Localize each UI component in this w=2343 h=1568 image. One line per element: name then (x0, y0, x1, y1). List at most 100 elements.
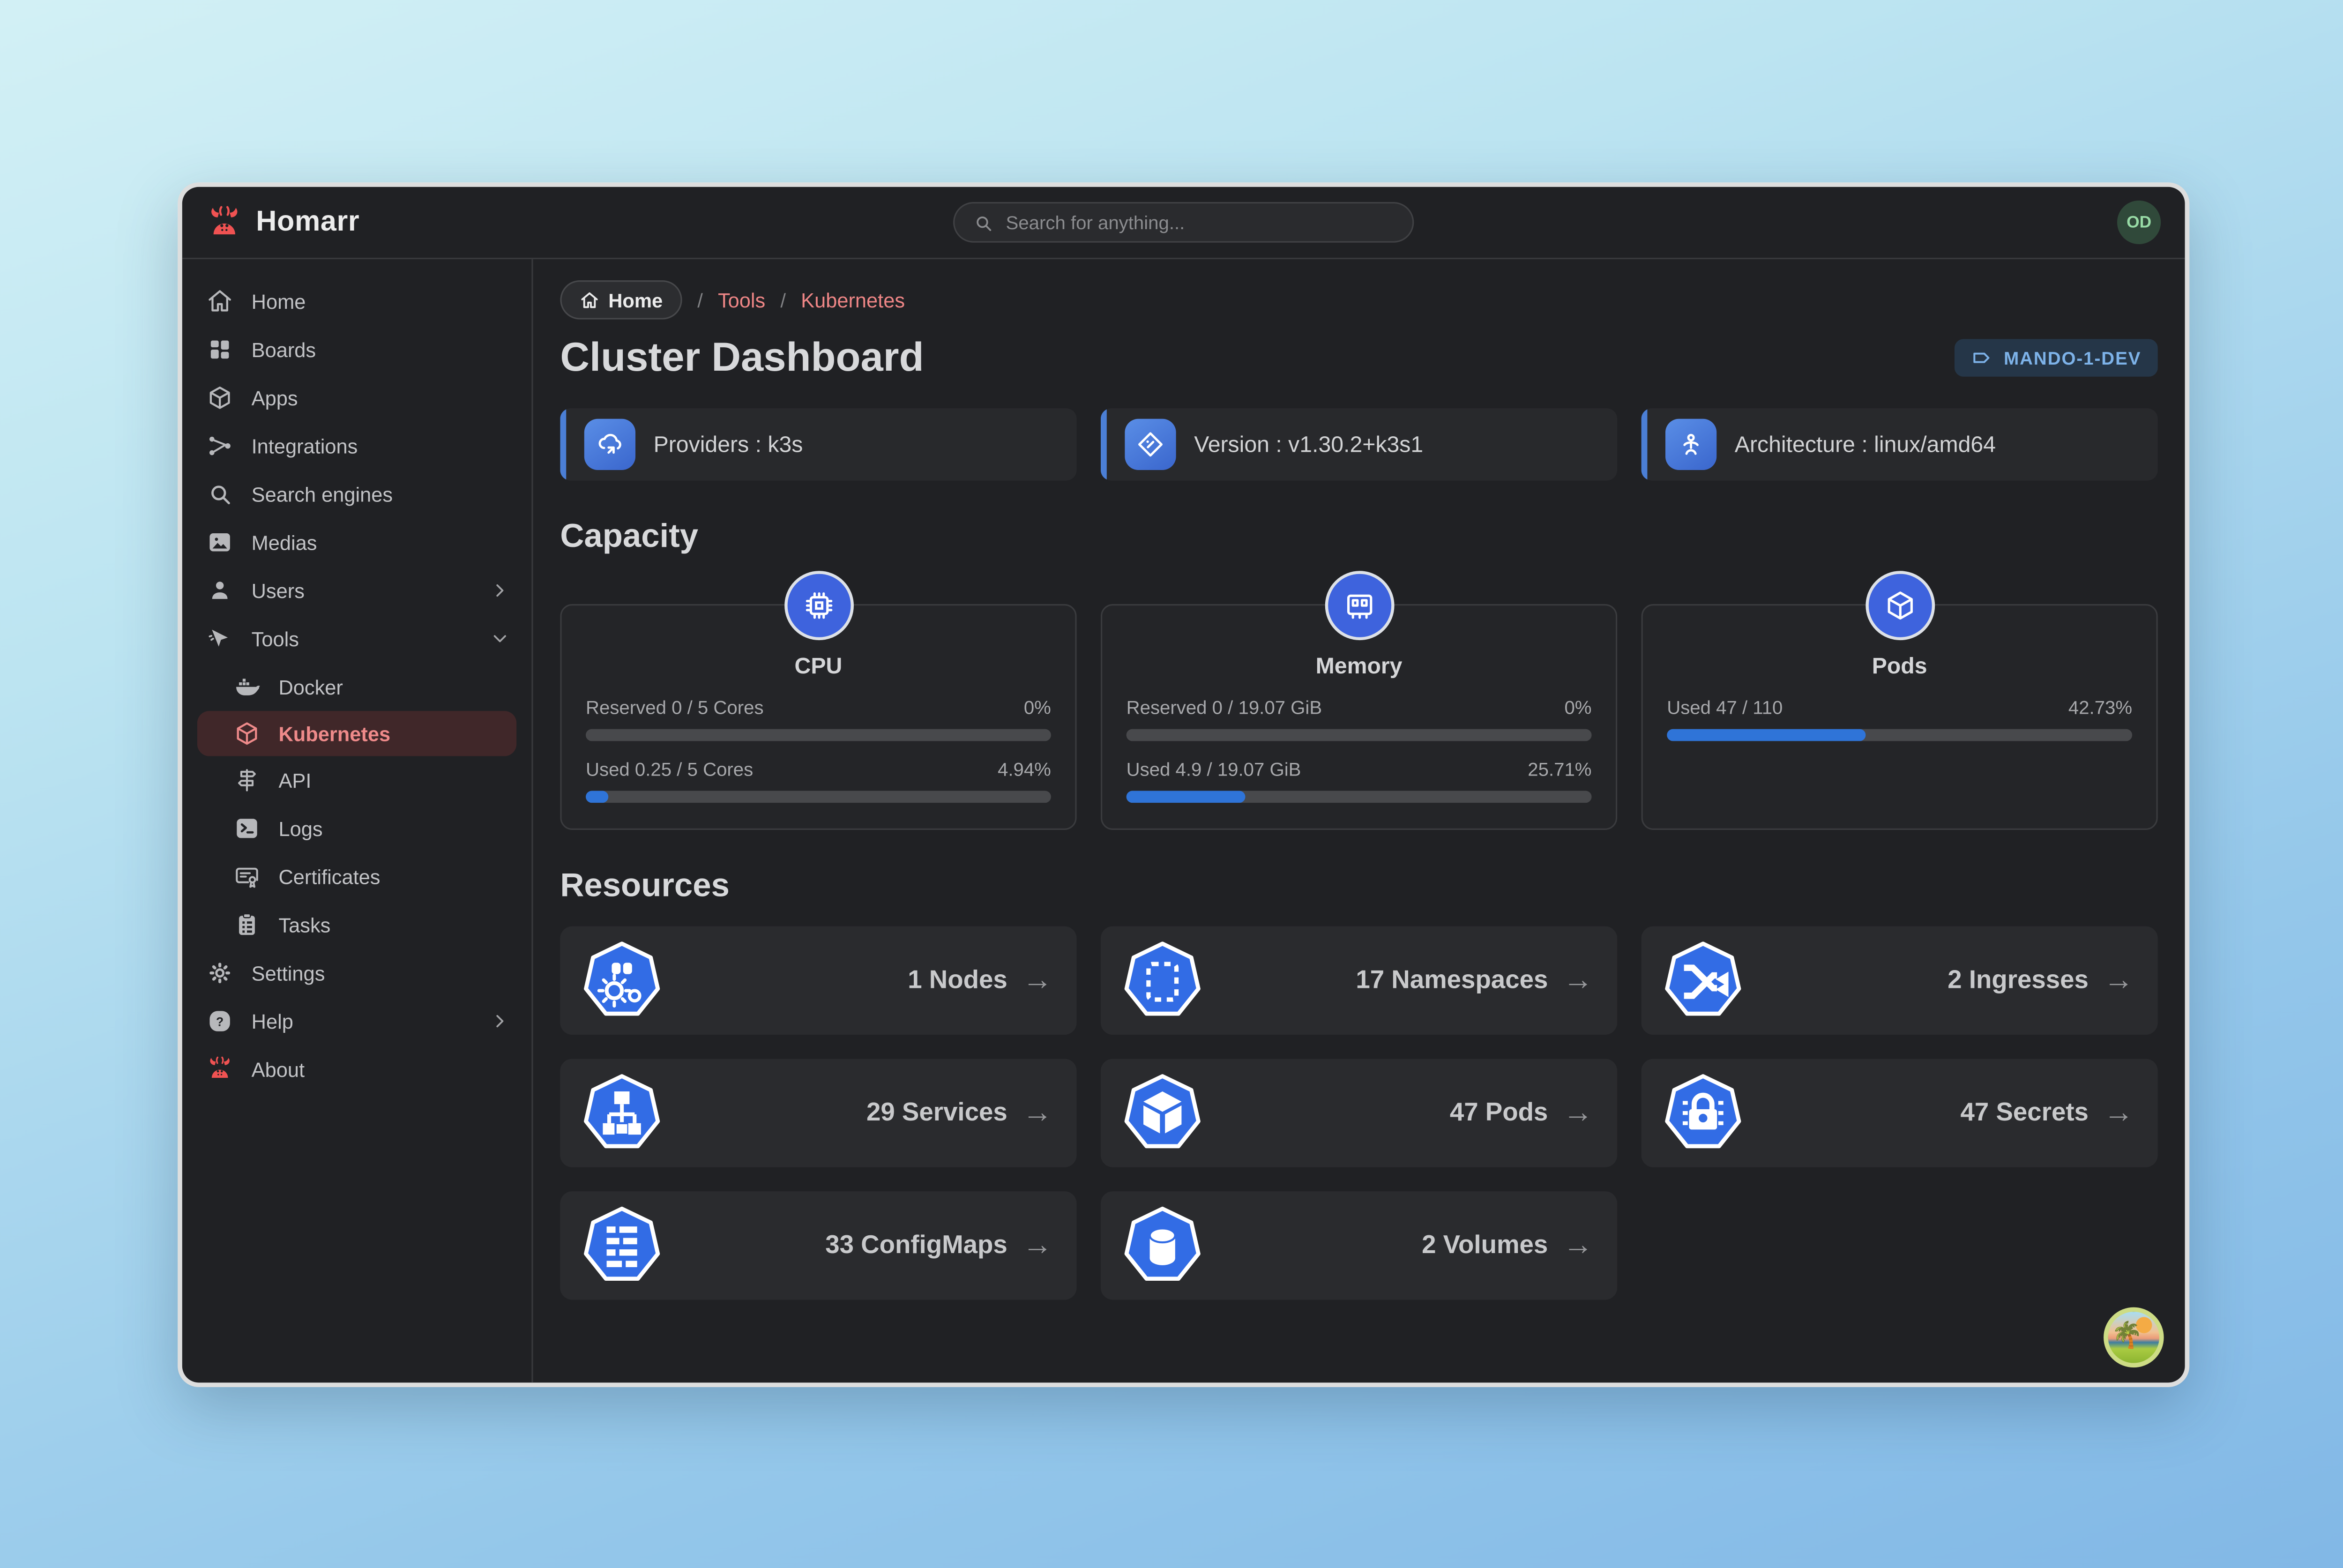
sidebar-item-label: Kubernetes (278, 722, 390, 745)
sidebar-item-label: Medias (252, 531, 317, 553)
pods-capacity-card: Pods Used 47 / 11042.73% (1642, 604, 2158, 830)
sidebar-item-help[interactable]: ? Help (182, 997, 532, 1045)
arrow-right-icon: → (2104, 1098, 2134, 1128)
breadcrumb: Home / Tools / Kubernetes (560, 280, 2157, 320)
capacity-row-percent: 25.71% (1528, 759, 1591, 780)
sidebar-item-medias[interactable]: Medias (182, 518, 532, 567)
architecture-card: Architecture : linux/amd64 (1642, 408, 2158, 480)
architecture-label: Architecture : linux/amd64 (1735, 432, 1996, 457)
configmaps-card[interactable]: 33 ConfigMaps → (560, 1191, 1076, 1299)
terminal-icon (233, 815, 261, 842)
capacity-row-label: Used 4.9 / 19.07 GiB (1127, 759, 1301, 780)
services-card[interactable]: 29 Services→ (560, 1059, 1076, 1167)
search-icon (206, 481, 233, 508)
cpu-chip-icon (784, 571, 853, 640)
capacity-row-label: Used 0.25 / 5 Cores (586, 759, 753, 780)
arrow-right-icon: → (2104, 965, 2134, 995)
avatar-initials: OD (2127, 213, 2151, 231)
k8s-volume-icon (1122, 1203, 1203, 1288)
arrow-right-icon: → (1563, 965, 1593, 995)
providers-label: Providers : k3s (654, 432, 803, 457)
search-placeholder: Search for anything... (1006, 212, 1185, 233)
resource-label: 17 Namespaces (1356, 965, 1548, 995)
secrets-card[interactable]: 47 Secrets→ (1642, 1059, 2158, 1167)
sidebar-item-home[interactable]: Home (182, 277, 532, 326)
sidebar-item-label: Settings (252, 962, 325, 984)
sidebar-item-label: Search engines (252, 483, 393, 505)
sidebar-item-label: Apps (252, 387, 298, 409)
resource-label: 33 ConfigMaps (825, 1231, 1007, 1261)
app-title: Homarr (256, 206, 359, 239)
sidebar-item-api[interactable]: API (182, 756, 532, 805)
main-content: Home / Tools / Kubernetes Cluster Dashbo… (533, 259, 2185, 1382)
sidebar-item-label: Tasks (278, 913, 330, 936)
memory-chip-icon (1324, 571, 1394, 640)
namespaces-card[interactable]: 17 Namespaces → (1101, 926, 1617, 1035)
ingresses-card[interactable]: 2 Ingresses→ (1642, 926, 2158, 1035)
sidebar-item-docker[interactable]: Docker (182, 663, 532, 711)
sidebar-item-label: Integrations (252, 434, 358, 457)
pointer-icon (206, 625, 233, 652)
app-brand: Homarr (206, 204, 359, 240)
nodes-card[interactable]: 1 Nodes→ (560, 926, 1076, 1035)
breadcrumb-separator: / (697, 289, 703, 311)
sidebar-item-label: About (252, 1058, 305, 1081)
progress-track (586, 791, 1051, 803)
capacity-card-title: Memory (1127, 654, 1592, 679)
breadcrumb-tools[interactable]: Tools (718, 289, 765, 311)
resources-heading: Resources (560, 866, 2157, 905)
homarr-logo-icon (206, 204, 242, 240)
k8s-node-icon (581, 938, 663, 1023)
progress-fill (586, 791, 609, 803)
sidebar-item-certificates[interactable]: Certificates (182, 852, 532, 901)
breadcrumb-kubernetes[interactable]: Kubernetes (801, 289, 905, 311)
capacity-row-percent: 4.94% (998, 759, 1051, 780)
pods-card[interactable]: 47 Pods→ (1101, 1059, 1617, 1167)
sidebar-item-apps[interactable]: Apps (182, 373, 532, 422)
sidebar-item-about[interactable]: About (182, 1045, 532, 1094)
search-bar[interactable]: Search for anything... (953, 202, 1414, 243)
k8s-service-icon (581, 1071, 663, 1155)
search-icon (973, 212, 994, 233)
arrow-right-icon: → (1022, 1231, 1052, 1261)
cloud-share-icon (584, 419, 635, 470)
arrow-right-icon: → (1022, 1098, 1052, 1128)
breadcrumb-home[interactable]: Home (560, 280, 682, 320)
sidebar-item-logs[interactable]: Logs (182, 804, 532, 852)
volumes-card[interactable]: 2 Volumes→ (1101, 1191, 1617, 1299)
sidebar-item-search-engines[interactable]: Search engines (182, 470, 532, 518)
homarr-app-window: Homarr Search for anything... OD Home (178, 182, 2189, 1387)
cluster-badge: MANDO-1-DEV (1954, 339, 2158, 376)
help-circle-icon: ? (206, 1008, 233, 1035)
sidebar-tools-children: Docker Kubernetes API (182, 663, 532, 949)
resource-label: 47 Pods (1450, 1098, 1548, 1128)
avatar[interactable]: OD (2117, 201, 2161, 244)
sidebar-item-tools[interactable]: Tools (182, 614, 532, 663)
certificate-icon (233, 863, 261, 890)
version-card: Version : v1.30.2+k3s1 (1101, 408, 1617, 480)
k8s-ingress-icon (1663, 938, 1744, 1023)
sidebar-item-kubernetes[interactable]: Kubernetes (197, 711, 516, 756)
sidebar-item-label: Certificates (278, 866, 380, 888)
boards-icon (206, 336, 233, 363)
k8s-secret-icon (1663, 1071, 1744, 1155)
sidebar-item-integrations[interactable]: Integrations (182, 422, 532, 470)
sidebar-item-label: Home (252, 290, 306, 313)
photo-icon (206, 529, 233, 556)
arrow-right-icon: → (1563, 1231, 1593, 1261)
capacity-row-percent: 0% (1024, 697, 1051, 718)
sidebar-item-users[interactable]: Users (182, 567, 532, 615)
sidebar-item-label: Logs (278, 817, 322, 840)
cluster-info-row: Providers : k3s Version : v1.30.2+k3s1 A… (560, 408, 2157, 480)
capacity-row-label: Reserved 0 / 5 Cores (586, 697, 764, 718)
architecture-figure-icon (1665, 419, 1716, 470)
cpu-capacity-card: CPU Reserved 0 / 5 Cores0% Used 0.25 / 5… (560, 604, 1076, 830)
tropical-island-sticker[interactable]: 🌴 (2104, 1307, 2164, 1368)
chevron-down-icon (489, 628, 510, 649)
sidebar-item-settings[interactable]: Settings (182, 949, 532, 997)
version-diamond-icon (1125, 419, 1176, 470)
sidebar-item-boards[interactable]: Boards (182, 326, 532, 374)
sidebar-item-tasks[interactable]: Tasks (182, 901, 532, 949)
memory-capacity-card: Memory Reserved 0 / 19.07 GiB0% Used 4.9… (1101, 604, 1617, 830)
sidebar: Home Boards Apps (182, 259, 533, 1382)
